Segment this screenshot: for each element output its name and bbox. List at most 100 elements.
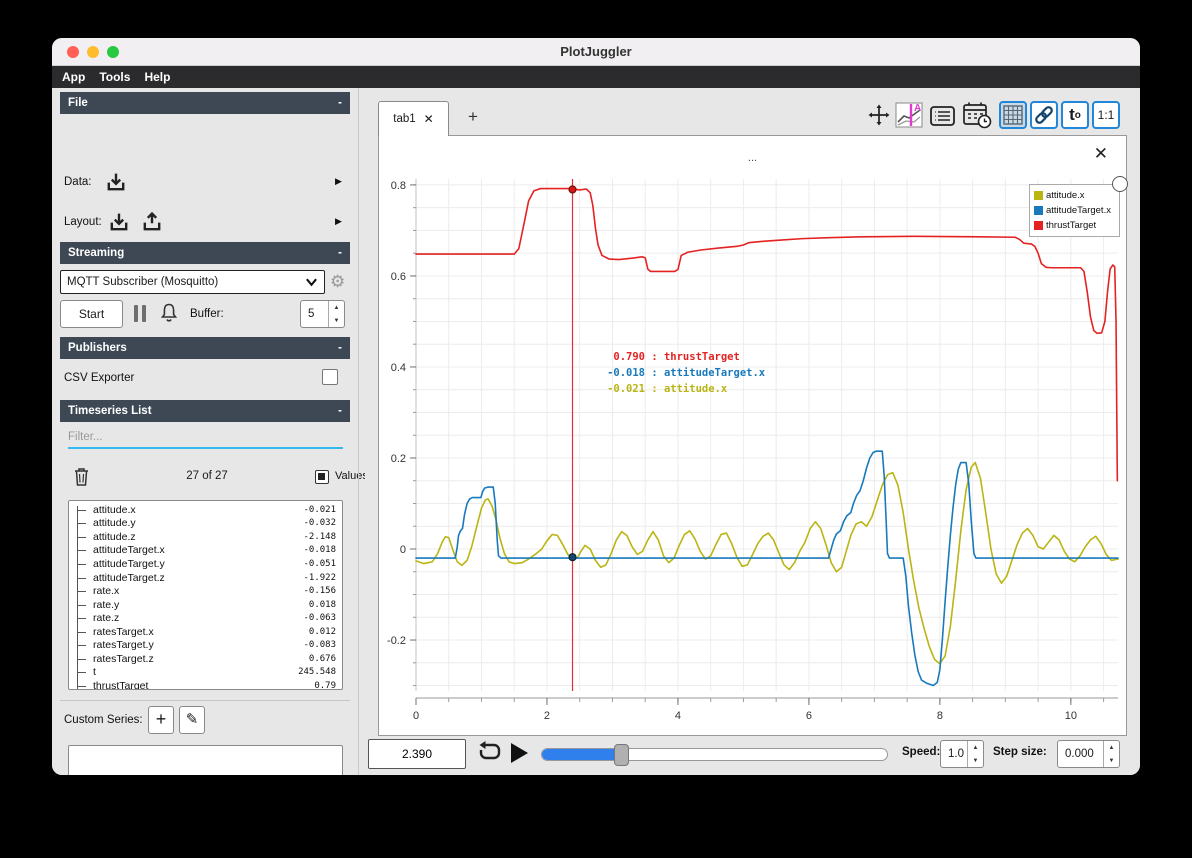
plot-panel: tab1 ✕ + A to 1:1 ... ✕ 0 2 4 6 8 10 -0.…: [365, 88, 1140, 775]
time-slider[interactable]: [541, 744, 888, 766]
custom-series-list[interactable]: [68, 745, 343, 775]
time-offset-button[interactable]: to: [1061, 101, 1089, 129]
timeseries-row[interactable]: ratesTarget.x 0.012: [69, 625, 342, 639]
menu-app[interactable]: App: [62, 70, 85, 84]
plot-legend[interactable]: attitude.x attitudeTarget.x thrustTarget: [1029, 184, 1120, 237]
timeseries-row[interactable]: attitude.y -0.032: [69, 517, 342, 531]
collapse-icon[interactable]: -: [338, 92, 342, 114]
layout-save-icon[interactable]: [140, 210, 164, 239]
speed-value[interactable]: 1.0: [941, 741, 967, 767]
slider-fill: [542, 749, 621, 760]
speed-label: Speed:: [902, 746, 941, 758]
step-down-arrow[interactable]: ▼: [1104, 754, 1119, 767]
svg-text:0.4: 0.4: [391, 362, 406, 374]
tab-tab1[interactable]: tab1 ✕: [378, 101, 449, 136]
slider-handle[interactable]: [613, 744, 629, 766]
buffer-up-arrow[interactable]: ▲: [329, 301, 344, 314]
start-button[interactable]: Start: [60, 300, 123, 328]
ratio-1-1-button[interactable]: 1:1: [1092, 101, 1120, 129]
speed-spinbox[interactable]: 1.0 ▲ ▼: [940, 740, 984, 768]
tab-close-icon[interactable]: ✕: [424, 112, 434, 126]
menu-tools[interactable]: Tools: [99, 70, 130, 84]
csv-exporter-checkbox[interactable]: [322, 369, 338, 385]
splitter[interactable]: [358, 88, 359, 775]
collapse-icon[interactable]: -: [338, 400, 342, 422]
tab-label: tab1: [393, 113, 416, 125]
step-size-value[interactable]: 0.000: [1058, 741, 1103, 767]
grid-layout-button[interactable]: [999, 101, 1027, 129]
step-up-arrow[interactable]: ▲: [1104, 741, 1119, 754]
streaming-section-header[interactable]: Streaming -: [60, 242, 350, 264]
add-custom-series-button[interactable]: +: [148, 706, 174, 734]
svg-text:A: A: [914, 103, 921, 114]
time-field[interactable]: [368, 739, 466, 769]
new-tab-button[interactable]: +: [462, 106, 484, 128]
streaming-source-select[interactable]: MQTT Subscriber (Mosquitto): [60, 270, 325, 294]
step-size-spinbox[interactable]: 0.000 ▲ ▼: [1057, 740, 1120, 768]
publishers-section-header[interactable]: Publishers -: [60, 337, 350, 359]
pause-icon[interactable]: [134, 305, 146, 322]
svg-text:6: 6: [806, 710, 812, 722]
legend-drag-handle[interactable]: [1112, 176, 1128, 192]
timeseries-row[interactable]: attitudeTarget.z -1.922: [69, 571, 342, 585]
legend-entry[interactable]: attitude.x: [1034, 188, 1115, 203]
streaming-settings-gear-icon[interactable]: ⚙: [330, 272, 345, 292]
window-title: PlotJuggler: [560, 44, 632, 59]
buffer-value[interactable]: 5: [301, 301, 328, 327]
timeseries-row[interactable]: ratesTarget.z 0.676: [69, 652, 342, 666]
speed-up-arrow[interactable]: ▲: [968, 741, 983, 754]
edit-custom-series-button[interactable]: ✎: [179, 706, 205, 734]
speed-down-arrow[interactable]: ▼: [968, 754, 983, 767]
file-section-header[interactable]: File -: [60, 92, 350, 114]
legend-list-icon[interactable]: [928, 102, 956, 130]
svg-text:0: 0: [400, 544, 406, 556]
csv-exporter-label: CSV Exporter: [64, 372, 135, 384]
datetime-icon[interactable]: [961, 100, 993, 130]
plot-text-tool-icon[interactable]: A: [893, 99, 925, 131]
buffer-down-arrow[interactable]: ▼: [329, 314, 344, 327]
timeseries-row[interactable]: attitude.z -2.148: [69, 530, 342, 544]
timeseries-row[interactable]: rate.y 0.018: [69, 598, 342, 612]
timeseries-row[interactable]: attitude.x -0.021: [69, 503, 342, 517]
divider: [60, 700, 350, 701]
chart-canvas[interactable]: 0 2 4 6 8 10 -0.2 0 0.2 0.4 0.6 0.8: [379, 136, 1128, 737]
svg-text:4: 4: [675, 710, 681, 722]
timeseries-row[interactable]: attitudeTarget.y -0.051: [69, 557, 342, 571]
loop-icon[interactable]: [477, 739, 503, 772]
step-size-label: Step size:: [993, 746, 1047, 758]
plot-widget[interactable]: ... ✕ 0 2 4 6 8 10 -0.2 0 0.2 0.4 0.6 0.8 attitude.…: [378, 135, 1128, 737]
link-axes-button[interactable]: [1030, 101, 1058, 129]
legend-entry[interactable]: thrustTarget: [1034, 218, 1115, 233]
timeseries-row[interactable]: t 245.548: [69, 666, 342, 680]
buffer-spinbox[interactable]: 5 ▲ ▼: [300, 300, 345, 328]
layout-load-icon[interactable]: [107, 210, 131, 239]
svg-text:0.6: 0.6: [391, 271, 406, 283]
trash-icon[interactable]: [72, 466, 91, 492]
legend-swatch: [1034, 191, 1043, 200]
timeseries-row[interactable]: thrustTarget 0.79: [69, 679, 342, 689]
notifications-bell-icon[interactable]: [158, 301, 180, 330]
data-load-icon[interactable]: [104, 170, 128, 199]
timeseries-list[interactable]: attitude.x -0.021 attitude.y -0.032 attitude…: [68, 500, 343, 690]
title-bar: PlotJuggler: [52, 38, 1140, 66]
values-checkbox[interactable]: [315, 470, 329, 484]
data-expand-arrow[interactable]: ▶: [335, 176, 342, 187]
streaming-source-value: MQTT Subscriber (Mosquitto): [67, 275, 219, 288]
timeseries-section-header[interactable]: Timeseries List -: [60, 400, 350, 422]
play-button[interactable]: [511, 743, 528, 763]
filter-input[interactable]: [66, 428, 343, 446]
tracker-line: -0.021 : attitude.x: [607, 383, 728, 395]
timeseries-row[interactable]: rate.z -0.063: [69, 611, 342, 625]
layout-expand-arrow[interactable]: ▶: [335, 216, 342, 227]
legend-entry[interactable]: attitudeTarget.x: [1034, 203, 1115, 218]
collapse-icon[interactable]: -: [338, 242, 342, 264]
move-arrows-icon[interactable]: [865, 101, 893, 129]
timeseries-row[interactable]: ratesTarget.y -0.083: [69, 638, 342, 652]
series-count: 27 of 27: [186, 470, 228, 482]
menu-help[interactable]: Help: [144, 70, 170, 84]
timeseries-row[interactable]: attitudeTarget.x -0.018: [69, 544, 342, 558]
svg-text:10: 10: [1065, 710, 1077, 722]
collapse-icon[interactable]: -: [338, 337, 342, 359]
svg-text:0: 0: [413, 710, 419, 722]
timeseries-row[interactable]: rate.x -0.156: [69, 584, 342, 598]
